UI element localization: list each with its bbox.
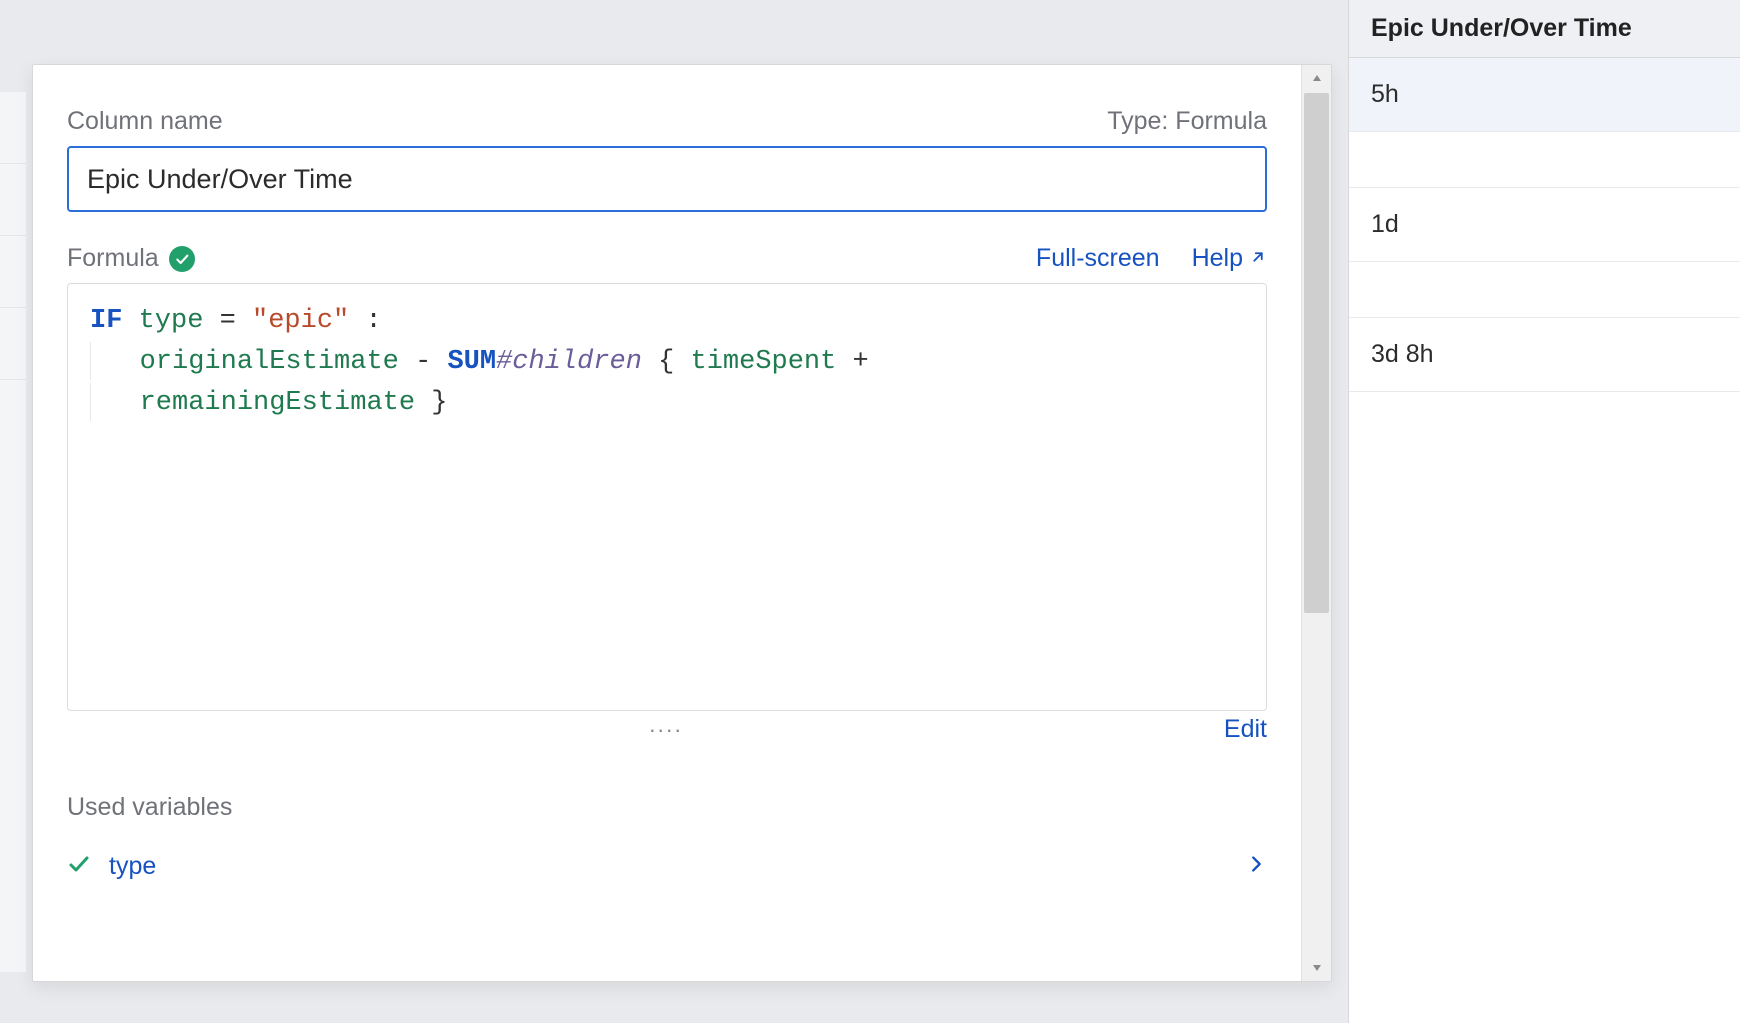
edit-link[interactable]: Edit (1224, 715, 1267, 744)
variable-row[interactable]: type (67, 852, 1267, 881)
scroll-up-icon[interactable] (1302, 65, 1331, 91)
help-link[interactable]: Help (1192, 244, 1267, 273)
scroll-thumb[interactable] (1304, 93, 1329, 613)
scroll-down-icon[interactable] (1302, 955, 1331, 981)
check-icon (67, 852, 91, 881)
formula-editor[interactable]: IF type = "epic" : originalEstimate - SU… (67, 283, 1267, 711)
dialog-scrollbar[interactable] (1301, 65, 1331, 981)
chevron-right-icon (1245, 853, 1267, 880)
preview-column-header: Epic Under/Over Time (1349, 0, 1740, 58)
preview-cell (1349, 262, 1740, 318)
formula-column-dialog: Column name Type: Formula Formula Full-s… (32, 64, 1332, 982)
used-variables-label: Used variables (67, 793, 1267, 822)
formula-label: Formula (67, 244, 159, 273)
check-circle-icon (169, 246, 195, 272)
column-name-input[interactable] (67, 146, 1267, 212)
fullscreen-link[interactable]: Full-screen (1036, 244, 1160, 273)
preview-cell: 5h (1349, 58, 1740, 132)
background-rows (0, 92, 26, 972)
variable-name: type (109, 852, 156, 881)
preview-cell: 3d 8h (1349, 318, 1740, 392)
preview-cell: 1d (1349, 188, 1740, 262)
column-type-label: Type: Formula (1107, 107, 1267, 136)
column-name-label: Column name (67, 107, 223, 136)
resize-handle-icon[interactable]: .... (650, 719, 684, 737)
external-link-icon (1249, 244, 1267, 273)
preview-column: Epic Under/Over Time 5h 1d 3d 8h (1348, 0, 1740, 1023)
preview-cell (1349, 132, 1740, 188)
